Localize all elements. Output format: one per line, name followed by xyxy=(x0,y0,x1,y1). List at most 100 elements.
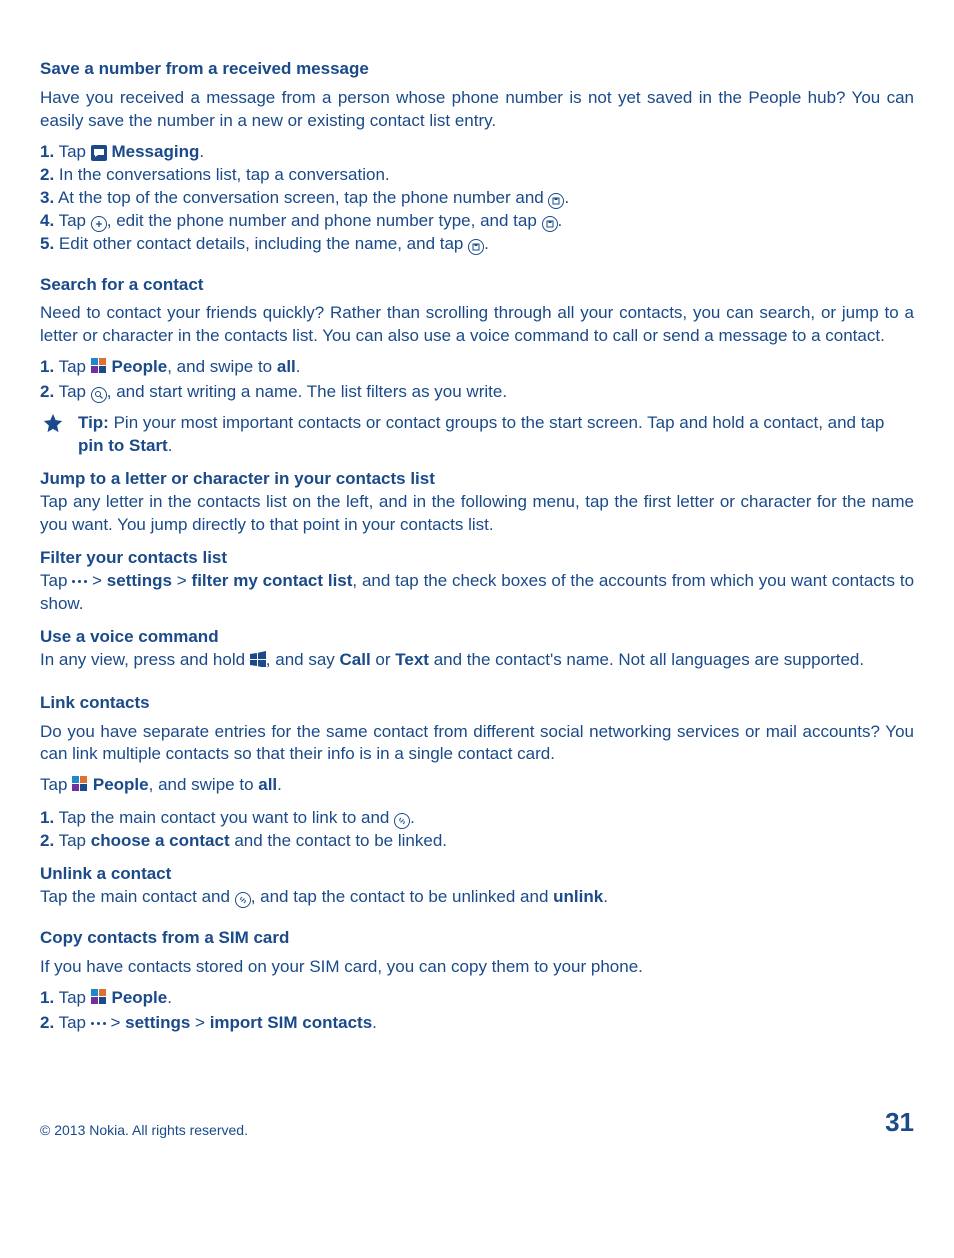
step-text: , and start writing a name. The list fil… xyxy=(107,382,507,401)
plus-icon xyxy=(91,216,107,232)
text: . xyxy=(603,887,608,906)
heading-link-contacts: Link contacts xyxy=(40,692,914,715)
text: . xyxy=(277,775,282,794)
filter-label: filter my contact list xyxy=(192,571,353,590)
step-num: 1. xyxy=(40,988,54,1007)
text: In any view, press and hold xyxy=(40,650,250,669)
tip-body: . xyxy=(168,436,173,455)
text: > xyxy=(87,571,107,590)
para-save-number: Have you received a message from a perso… xyxy=(40,87,914,133)
windows-icon xyxy=(250,651,266,674)
star-icon xyxy=(40,412,66,441)
settings-label: settings xyxy=(125,1013,190,1032)
text-label: Text xyxy=(395,650,429,669)
text: Tap the main contact and xyxy=(40,887,235,906)
heading-search-contact: Search for a contact xyxy=(40,274,914,297)
link-icon xyxy=(394,813,410,829)
people-label: People xyxy=(111,357,167,376)
messaging-label: Messaging xyxy=(111,142,199,161)
choose-contact-label: choose a contact xyxy=(91,831,230,850)
heading-jump-letter: Jump to a letter or character in your co… xyxy=(40,468,914,491)
tip-text: Tip: Pin your most important contacts or… xyxy=(78,412,914,458)
text: and the contact's name. Not all language… xyxy=(429,650,864,669)
more-icon xyxy=(72,580,87,583)
step-text: Tap xyxy=(54,831,91,850)
step-text: Tap xyxy=(54,211,91,230)
step-text: > xyxy=(190,1013,209,1032)
people-icon xyxy=(91,989,107,1012)
step-text: Tap xyxy=(54,988,91,1007)
text: or xyxy=(371,650,396,669)
step-text: , edit the phone number and phone number… xyxy=(107,211,542,230)
step-text: . xyxy=(199,142,204,161)
tip-label: Tip: xyxy=(78,413,109,432)
copyright-text: © 2013 Nokia. All rights reserved. xyxy=(40,1121,248,1140)
step-num: 2. xyxy=(40,165,54,184)
step-text: Tap xyxy=(54,382,91,401)
text: , and say xyxy=(266,650,340,669)
save-icon xyxy=(542,216,558,232)
step-text: . xyxy=(484,234,489,253)
para-copy-sim: If you have contacts stored on your SIM … xyxy=(40,956,914,979)
more-icon xyxy=(91,1022,106,1025)
search-icon xyxy=(91,387,107,403)
para-filter-contacts: Tap > settings > filter my contact list,… xyxy=(40,570,914,616)
step-num: 5. xyxy=(40,234,54,253)
import-sim-label: import SIM contacts xyxy=(210,1013,372,1032)
save-icon xyxy=(468,239,484,255)
people-icon xyxy=(91,358,107,381)
step-num: 1. xyxy=(40,357,54,376)
para-unlink-contact: Tap the main contact and , and tap the c… xyxy=(40,886,914,909)
save-icon xyxy=(548,193,564,209)
all-label: all xyxy=(258,775,277,794)
step-text: Edit other contact details, including th… xyxy=(54,234,468,253)
step-text: Tap the main contact you want to link to… xyxy=(54,808,394,827)
text: > xyxy=(172,571,192,590)
steps-link-contacts: 1. Tap the main contact you want to link… xyxy=(40,807,914,853)
step-text: and the contact to be linked. xyxy=(230,831,447,850)
step-text: Tap xyxy=(54,142,91,161)
para-voice-command: In any view, press and hold , and say Ca… xyxy=(40,649,914,674)
all-label: all xyxy=(277,357,296,376)
step-text: . xyxy=(167,988,172,1007)
unlink-label: unlink xyxy=(553,887,603,906)
tip-block: Tip: Pin your most important contacts or… xyxy=(40,412,914,458)
step-num: 4. xyxy=(40,211,54,230)
heading-copy-sim: Copy contacts from a SIM card xyxy=(40,927,914,950)
tap-people-line: Tap People, and swipe to all. xyxy=(40,774,914,799)
para-jump-letter: Tap any letter in the contacts list on t… xyxy=(40,491,914,537)
text: Tap xyxy=(40,571,72,590)
tip-body: Pin your most important contacts or cont… xyxy=(109,413,885,432)
para-search-contact: Need to contact your friends quickly? Ra… xyxy=(40,302,914,348)
step-text: > xyxy=(106,1013,125,1032)
steps-search-contact: 1. Tap People, and swipe to all. 2. Tap … xyxy=(40,356,914,404)
footer: © 2013 Nokia. All rights reserved. 31 xyxy=(40,1105,914,1140)
step-text: . xyxy=(296,357,301,376)
step-text: At the top of the conversation screen, t… xyxy=(54,188,548,207)
heading-voice-command: Use a voice command xyxy=(40,626,914,649)
people-label: People xyxy=(111,988,167,1007)
pin-to-start-label: pin to Start xyxy=(78,436,168,455)
people-label: People xyxy=(93,775,149,794)
settings-label: settings xyxy=(107,571,172,590)
page-number: 31 xyxy=(885,1105,914,1140)
text: , and tap the contact to be unlinked and xyxy=(251,887,553,906)
heading-filter-contacts: Filter your contacts list xyxy=(40,547,914,570)
step-text: In the conversations list, tap a convers… xyxy=(54,165,389,184)
text: Tap xyxy=(40,775,72,794)
step-num: 2. xyxy=(40,382,54,401)
link-icon xyxy=(235,892,251,908)
step-text: Tap xyxy=(54,1013,91,1032)
para-link-contacts: Do you have separate entries for the sam… xyxy=(40,721,914,767)
step-num: 2. xyxy=(40,831,54,850)
steps-copy-sim: 1. Tap People. 2. Tap > settings > impor… xyxy=(40,987,914,1035)
step-num: 3. xyxy=(40,188,54,207)
text: , and swipe to xyxy=(149,775,259,794)
call-label: Call xyxy=(340,650,371,669)
step-num: 1. xyxy=(40,142,54,161)
step-text: Tap xyxy=(54,357,91,376)
people-icon xyxy=(72,776,88,799)
step-text: , and swipe to xyxy=(167,357,277,376)
messaging-icon xyxy=(91,145,107,161)
step-text: . xyxy=(558,211,563,230)
